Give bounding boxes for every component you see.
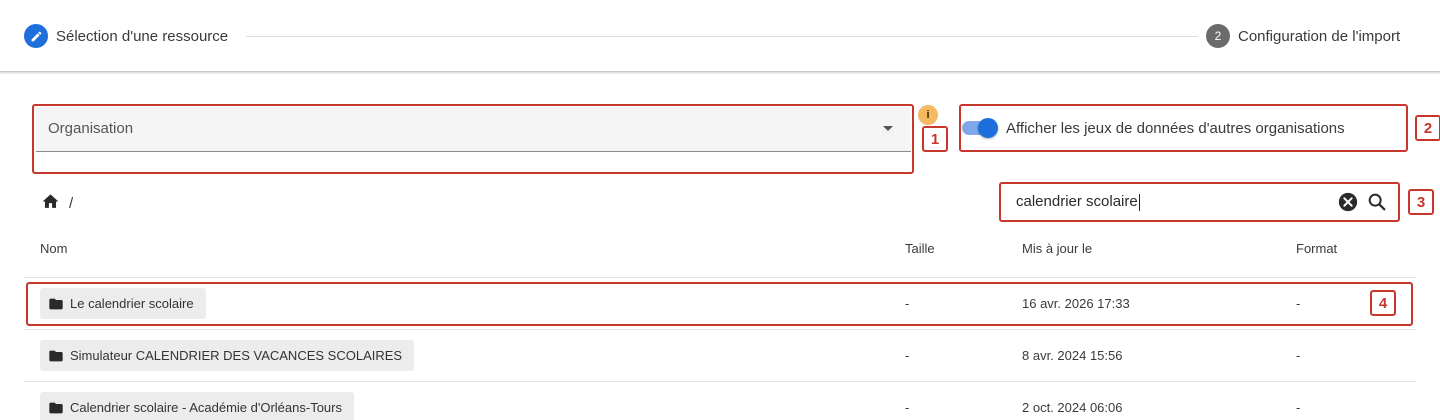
row-format: - — [1296, 348, 1301, 363]
home-icon[interactable] — [41, 192, 60, 215]
annotation-box-3 — [999, 182, 1400, 222]
column-header-updated[interactable]: Mis à jour le — [1022, 241, 1092, 256]
step-label: Configuration de l'import — [1238, 27, 1401, 45]
row-format: - — [1296, 400, 1301, 415]
breadcrumb: / — [41, 192, 73, 215]
step-connector — [246, 36, 1198, 37]
row-name: Calendrier scolaire - Académie d'Orléans… — [70, 400, 342, 415]
annotation-box-2 — [959, 104, 1408, 152]
row-size: - — [905, 348, 910, 363]
row-name: Simulateur CALENDRIER DES VACANCES SCOLA… — [70, 348, 403, 363]
row-updated: 8 avr. 2024 15:56 — [1022, 348, 1123, 363]
annotation-number-1: 1 — [922, 126, 948, 152]
pencil-icon — [24, 24, 48, 48]
step-select-resource[interactable]: Sélection d'une ressource — [24, 23, 228, 49]
step-import-config[interactable]: 2 Configuration de l'import — [1206, 23, 1400, 49]
column-header-format[interactable]: Format — [1296, 241, 1337, 256]
column-header-size[interactable]: Taille — [905, 241, 935, 256]
step-number: 2 — [1206, 24, 1230, 48]
annotation-number-3: 3 — [1408, 189, 1434, 215]
row-updated: 2 oct. 2024 06:06 — [1022, 400, 1123, 415]
row-size: - — [905, 400, 910, 415]
annotation-number-4: 4 — [1370, 290, 1396, 316]
breadcrumb-separator: / — [69, 195, 74, 212]
folder-chip[interactable]: Calendrier scolaire - Académie d'Orléans… — [40, 392, 354, 420]
annotation-box-4 — [26, 282, 1413, 326]
stepper: Sélection d'une ressource 2 Configuratio… — [0, 0, 1440, 72]
column-header-name[interactable]: Nom — [40, 241, 67, 256]
info-icon[interactable]: i — [918, 105, 938, 125]
table-row[interactable]: Simulateur CALENDRIER DES VACANCES SCOLA… — [24, 329, 1416, 381]
annotation-number-2: 2 — [1415, 115, 1440, 141]
table-row[interactable]: Calendrier scolaire - Académie d'Orléans… — [24, 381, 1416, 420]
step-label: Sélection d'une ressource — [56, 27, 229, 45]
annotation-box-1 — [32, 104, 914, 174]
folder-icon — [49, 402, 63, 413]
folder-icon — [49, 350, 63, 361]
folder-chip[interactable]: Simulateur CALENDRIER DES VACANCES SCOLA… — [40, 340, 415, 371]
